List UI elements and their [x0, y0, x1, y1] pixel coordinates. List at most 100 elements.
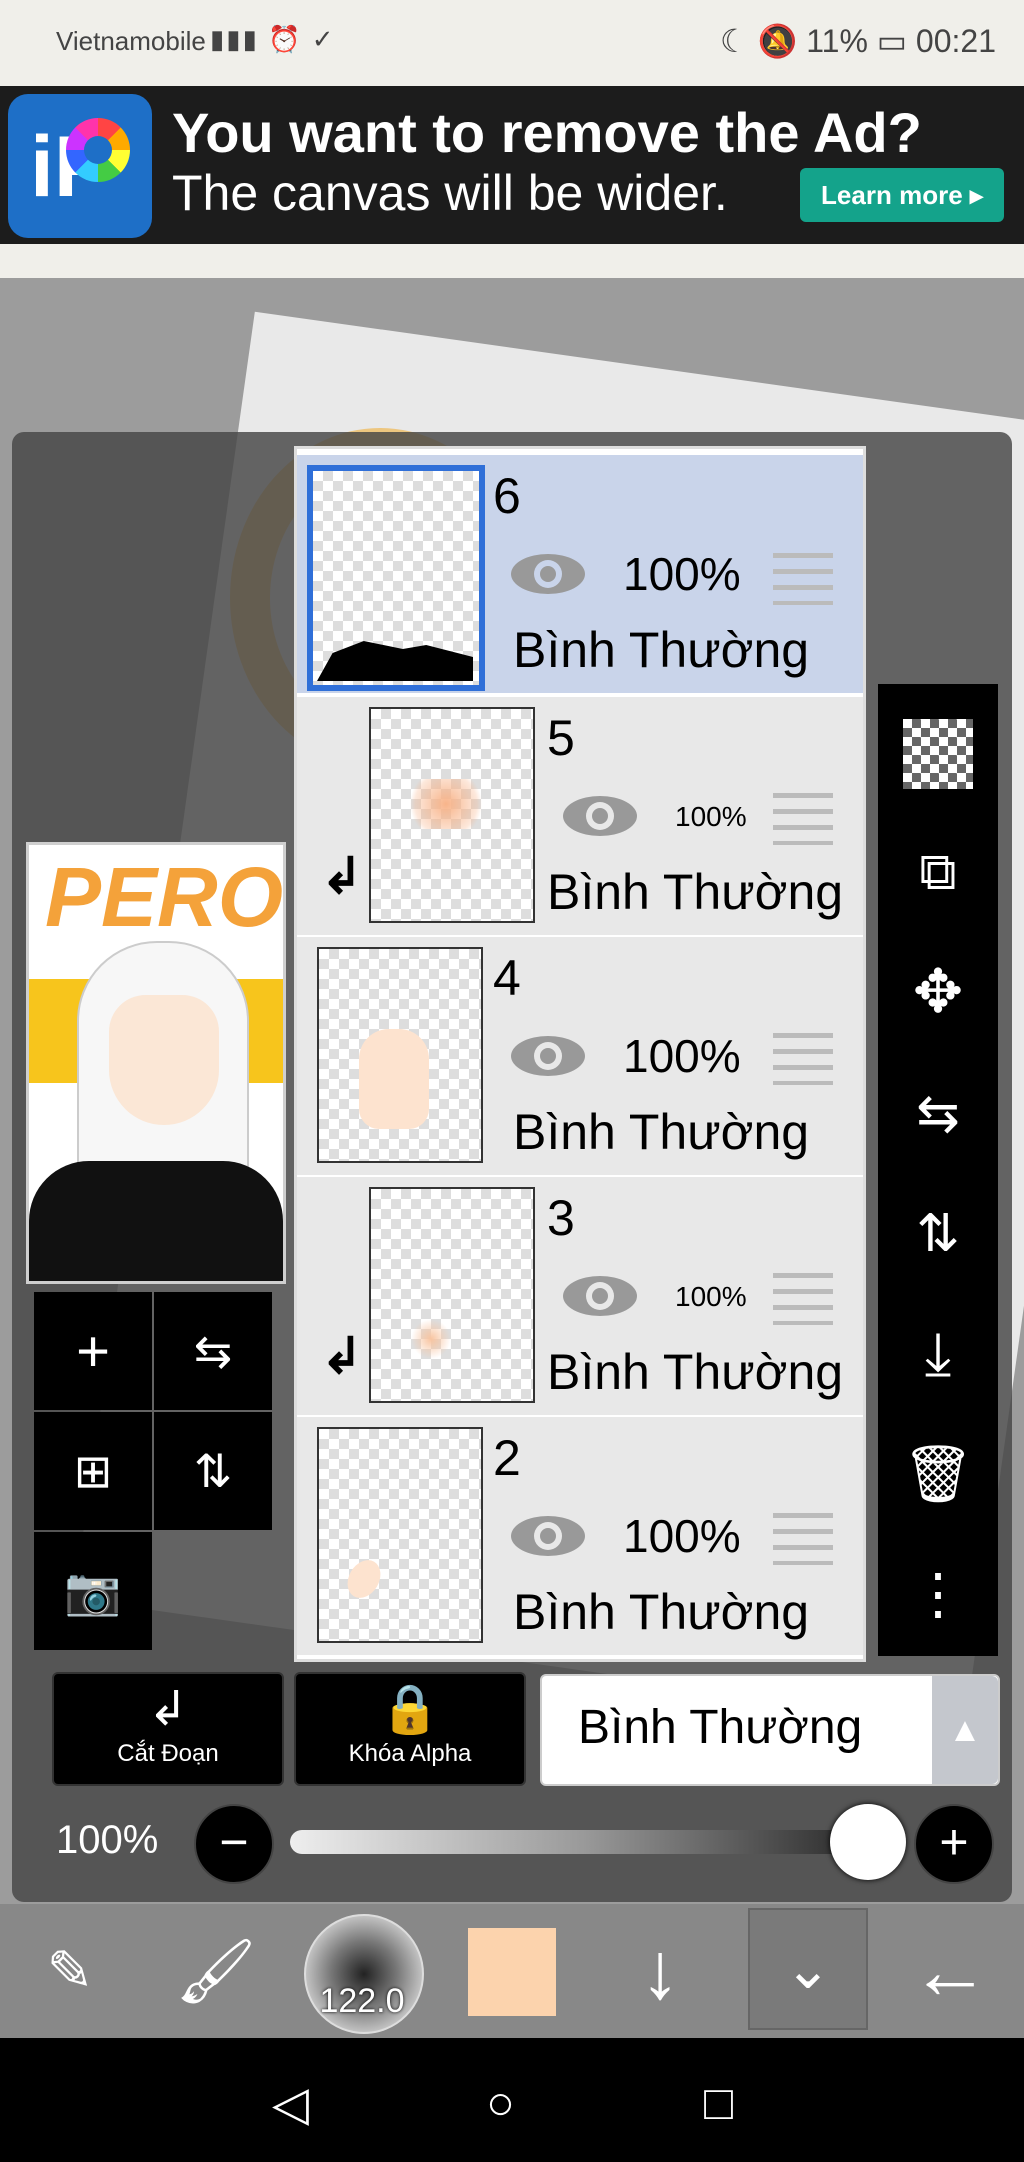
eye-icon[interactable] — [561, 793, 639, 839]
learn-more-button[interactable]: Learn more ▸ — [800, 168, 1004, 222]
ad-banner[interactable]: iP You want to remove the Ad? The canvas… — [0, 86, 1024, 244]
blend-mode-value: Bình Thường — [578, 1701, 863, 1754]
trash-icon: 🗑 — [902, 1442, 974, 1505]
drag-handle-icon[interactable] — [773, 1033, 833, 1085]
merge-down-icon: ⤓ — [924, 1320, 952, 1387]
layer-row-4[interactable]: 4 100% Bình Thường — [297, 937, 863, 1178]
layer-right-tools: ⧉ ✥ ⇆ ⇅ ⤓ 🗑 ⋮ — [878, 684, 998, 1656]
layer-blend-mode: Bình Thường — [513, 622, 810, 678]
layer-opacity: 100% — [623, 548, 741, 600]
flip-vertical-icon: ⇅ — [193, 1445, 233, 1497]
ad-headline: You want to remove the Ad? — [172, 101, 922, 164]
eye-icon[interactable] — [509, 1033, 587, 1079]
thumb-content — [411, 1319, 451, 1359]
layer-left-tools: + ⇆ ⊞ ⇅ 📷 — [34, 1292, 272, 1652]
opacity-plus-button[interactable]: + — [914, 1804, 994, 1884]
color-swatch[interactable] — [468, 1928, 556, 2016]
drag-handle-icon[interactable] — [773, 1273, 833, 1325]
app-logo-icon: iP — [8, 94, 152, 238]
delete-layer-button[interactable]: 🗑 — [878, 1414, 998, 1534]
layer-thumbnail — [317, 1427, 483, 1643]
layer-thumbnail — [307, 465, 485, 691]
layer-down-button[interactable]: ↓ — [600, 1918, 720, 2024]
moon-icon: ☾ — [719, 23, 749, 59]
flip-horizontal-icon: ⇆ — [916, 1085, 960, 1143]
minus-icon: − — [219, 1814, 249, 1870]
canvas-preview[interactable]: PERO — [26, 842, 286, 1284]
move-icon: ✥ — [912, 958, 964, 1025]
swap-layer-button[interactable]: ⧉ — [878, 812, 998, 932]
pen-eraser-swap-icon: ✎ — [46, 1939, 94, 2002]
layer-row-5[interactable]: ↲ 5 100% Bình Thường — [297, 697, 863, 938]
camera-icon: 📷 — [64, 1564, 122, 1617]
eye-icon[interactable] — [509, 1513, 587, 1559]
move-button[interactable]: ✥ — [878, 932, 998, 1052]
nav-recents-icon[interactable]: □ — [704, 2076, 733, 2131]
merge-down-button[interactable]: ⤓ — [878, 1294, 998, 1414]
preview-title: PERO — [45, 850, 284, 944]
eye-icon[interactable] — [561, 1273, 639, 1319]
ad-subline: The canvas will be wider. — [172, 165, 728, 221]
clip-arrow-icon: ↲ — [321, 848, 363, 904]
collapse-panel-button[interactable]: ⌄ — [748, 1908, 868, 2030]
flip-vertical-button[interactable]: ⇅ — [154, 1412, 272, 1530]
clip-arrow-icon: ↲ — [321, 1328, 363, 1384]
layer-row-6[interactable]: 6 100% Bình Thường — [297, 455, 863, 696]
clipping-button[interactable]: ↲ Cắt Đoạn — [52, 1672, 284, 1786]
nav-back-icon[interactable]: ◁ — [272, 2076, 309, 2132]
drag-handle-icon[interactable] — [773, 553, 833, 605]
layer-number: 2 — [493, 1430, 521, 1486]
clip-arrow-icon: ↲ — [147, 1683, 189, 1736]
preview-face — [109, 995, 219, 1125]
blend-mode-select[interactable]: Bình Thường ▲ — [540, 1674, 1000, 1786]
opacity-slider[interactable] — [290, 1830, 880, 1854]
flip-horizontal-layer-button[interactable]: ⇆ — [878, 1054, 998, 1174]
layer-opacity: 100% — [675, 1281, 747, 1312]
layer-opacity: 100% — [623, 1030, 741, 1082]
transparent-fill-button[interactable] — [878, 694, 998, 814]
opacity-slider-knob[interactable] — [830, 1804, 906, 1880]
layer-number: 6 — [493, 468, 521, 524]
clock: 00:21 — [915, 23, 996, 59]
layer-blend-mode: Bình Thường — [513, 1584, 810, 1640]
layers-list[interactable]: 6 100% Bình Thường ↲ 5 100% Bình Thường … — [294, 446, 866, 1662]
clipping-label: Cắt Đoạn — [117, 1740, 219, 1767]
camera-button[interactable]: 📷 — [34, 1532, 152, 1650]
eye-icon[interactable] — [509, 551, 587, 597]
duplicate-layer-button[interactable]: ⊞ — [34, 1412, 152, 1530]
brush-icon: 🖌 — [175, 1934, 257, 2007]
swap-icon: ⧉ — [919, 842, 957, 901]
plus-icon: + — [76, 1318, 110, 1384]
battery-percent: 11% — [806, 23, 868, 59]
triangle-up-icon[interactable]: ▲ — [932, 1676, 998, 1784]
layer-row-2[interactable]: 2 100% Bình Thường — [297, 1417, 863, 1658]
mute-icon: 🔕 — [757, 23, 798, 59]
arrow-left-icon: ← — [910, 1926, 990, 2015]
back-button[interactable]: ← — [890, 1918, 1010, 2024]
drag-handle-icon[interactable] — [773, 1513, 833, 1565]
layer-thumbnail — [369, 707, 535, 923]
tool-menu-button[interactable]: ✎ — [20, 1918, 120, 2024]
layer-thumbnail — [369, 1187, 535, 1403]
layer-number: 5 — [547, 710, 575, 766]
more-options-button[interactable]: ⋮ — [878, 1534, 998, 1654]
brush-tool-button[interactable]: 🖌 — [166, 1918, 266, 2024]
flip-horizontal-button[interactable]: ⇆ — [154, 1292, 272, 1410]
opacity-minus-button[interactable]: − — [194, 1804, 274, 1884]
layer-row-3[interactable]: ↲ 3 100% Bình Thường — [297, 1177, 863, 1418]
opacity-label: 100% — [56, 1818, 159, 1862]
thumb-content — [317, 641, 473, 681]
drag-handle-icon[interactable] — [773, 793, 833, 845]
nav-home-icon[interactable]: ○ — [486, 2076, 515, 2131]
more-vertical-icon: ⋮ — [910, 1562, 966, 1625]
color-wheel-icon — [66, 118, 130, 182]
layer-blend-mode: Bình Thường — [547, 1344, 844, 1400]
status-bar: Vietnamobile ▮▮▮ ⏰ ✓ ☾ 🔕 11% ▭ 00:21 — [0, 0, 1024, 86]
flip-horizontal-icon: ⇆ — [193, 1325, 233, 1377]
flip-vertical-layer-button[interactable]: ⇅ — [878, 1174, 998, 1294]
signal-icon: ▮▮▮ ⏰ ✓ — [210, 24, 336, 54]
layer-blend-mode: Bình Thường — [513, 1104, 810, 1160]
alpha-lock-button[interactable]: 🔒 Khóa Alpha — [294, 1672, 526, 1786]
add-layer-button[interactable]: + — [34, 1292, 152, 1410]
status-right: ☾ 🔕 11% ▭ 00:21 — [720, 22, 996, 60]
